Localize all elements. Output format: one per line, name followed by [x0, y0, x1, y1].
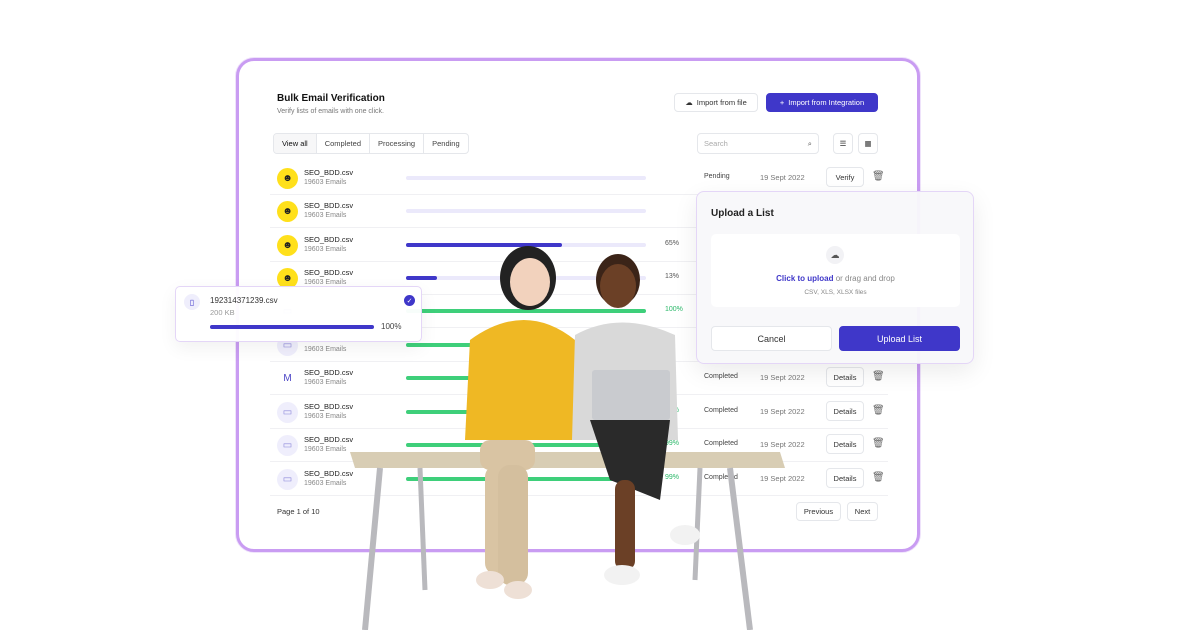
import-from-integration-button[interactable]: + Import from Integration — [766, 93, 878, 112]
gmail-icon: M — [277, 368, 298, 389]
woman-yellow-sweater — [465, 246, 580, 599]
progress-bar — [406, 176, 646, 180]
search-icon: ⌕ — [807, 138, 812, 148]
illustration-people-on-bench — [350, 246, 785, 630]
cloud-upload-icon: ☁ — [685, 98, 693, 107]
file-name: SEO_BDD.csv — [304, 201, 354, 210]
filter-tabs: View all Completed Processing Pending — [273, 133, 469, 154]
previous-button[interactable]: Previous — [796, 502, 841, 521]
file-name: SEO_BDD.csv — [304, 168, 354, 177]
verify-button[interactable]: Verify — [826, 167, 864, 187]
page-title: Bulk Email Verification — [277, 93, 385, 104]
upload-list-button[interactable]: Upload List — [839, 326, 960, 351]
trash-icon[interactable]: 🗑 — [872, 472, 885, 483]
grid-view-icon[interactable]: ▦ — [858, 133, 878, 154]
file-size: 200 KB — [210, 308, 235, 317]
tab-pending[interactable]: Pending — [424, 134, 468, 153]
tab-processing[interactable]: Processing — [370, 134, 425, 153]
tab-completed[interactable]: Completed — [317, 134, 370, 153]
file-icon: ▭ — [277, 435, 298, 456]
page-subtitle: Verify lists of emails with one click. — [277, 108, 384, 115]
mailchimp-icon: ☻ — [277, 168, 298, 189]
page-indicator: Page 1 of 10 — [277, 507, 320, 516]
details-button[interactable]: Details — [826, 468, 864, 488]
progress-bar — [406, 209, 646, 213]
file-name: 192314371239.csv — [210, 296, 278, 305]
trash-icon[interactable]: 🗑 — [872, 371, 885, 382]
tab-view-all[interactable]: View all — [274, 134, 317, 153]
email-count: 19603 Emails — [304, 179, 347, 186]
details-button[interactable]: Details — [826, 434, 864, 454]
list-view-icon[interactable]: ☰ — [833, 133, 853, 154]
cloud-upload-icon: ☁ — [826, 246, 844, 264]
file-icon: ▭ — [277, 469, 298, 490]
modal-title: Upload a List — [711, 208, 774, 219]
import-from-file-button[interactable]: ☁ Import from file — [674, 93, 758, 112]
trash-icon[interactable]: 🗑 — [872, 438, 885, 449]
mailchimp-icon: ☻ — [277, 201, 298, 222]
man-grey-shirt — [572, 254, 700, 585]
next-button[interactable]: Next — [847, 502, 878, 521]
search-input[interactable]: Search ⌕ — [697, 133, 819, 154]
email-count: 19603 Emails — [304, 212, 347, 219]
status-label: Pending — [704, 173, 730, 180]
bench — [350, 452, 785, 630]
file-icon: ▯ — [184, 294, 200, 310]
details-button[interactable]: Details — [826, 401, 864, 421]
trash-icon[interactable]: 🗑 — [872, 405, 885, 416]
plus-icon: + — [779, 98, 785, 107]
details-button[interactable]: Details — [826, 367, 864, 387]
date-label: 19 Sept 2022 — [760, 173, 805, 182]
mailchimp-icon: ☻ — [277, 235, 298, 256]
trash-icon[interactable]: 🗑 — [872, 171, 885, 182]
file-icon: ▭ — [277, 402, 298, 423]
